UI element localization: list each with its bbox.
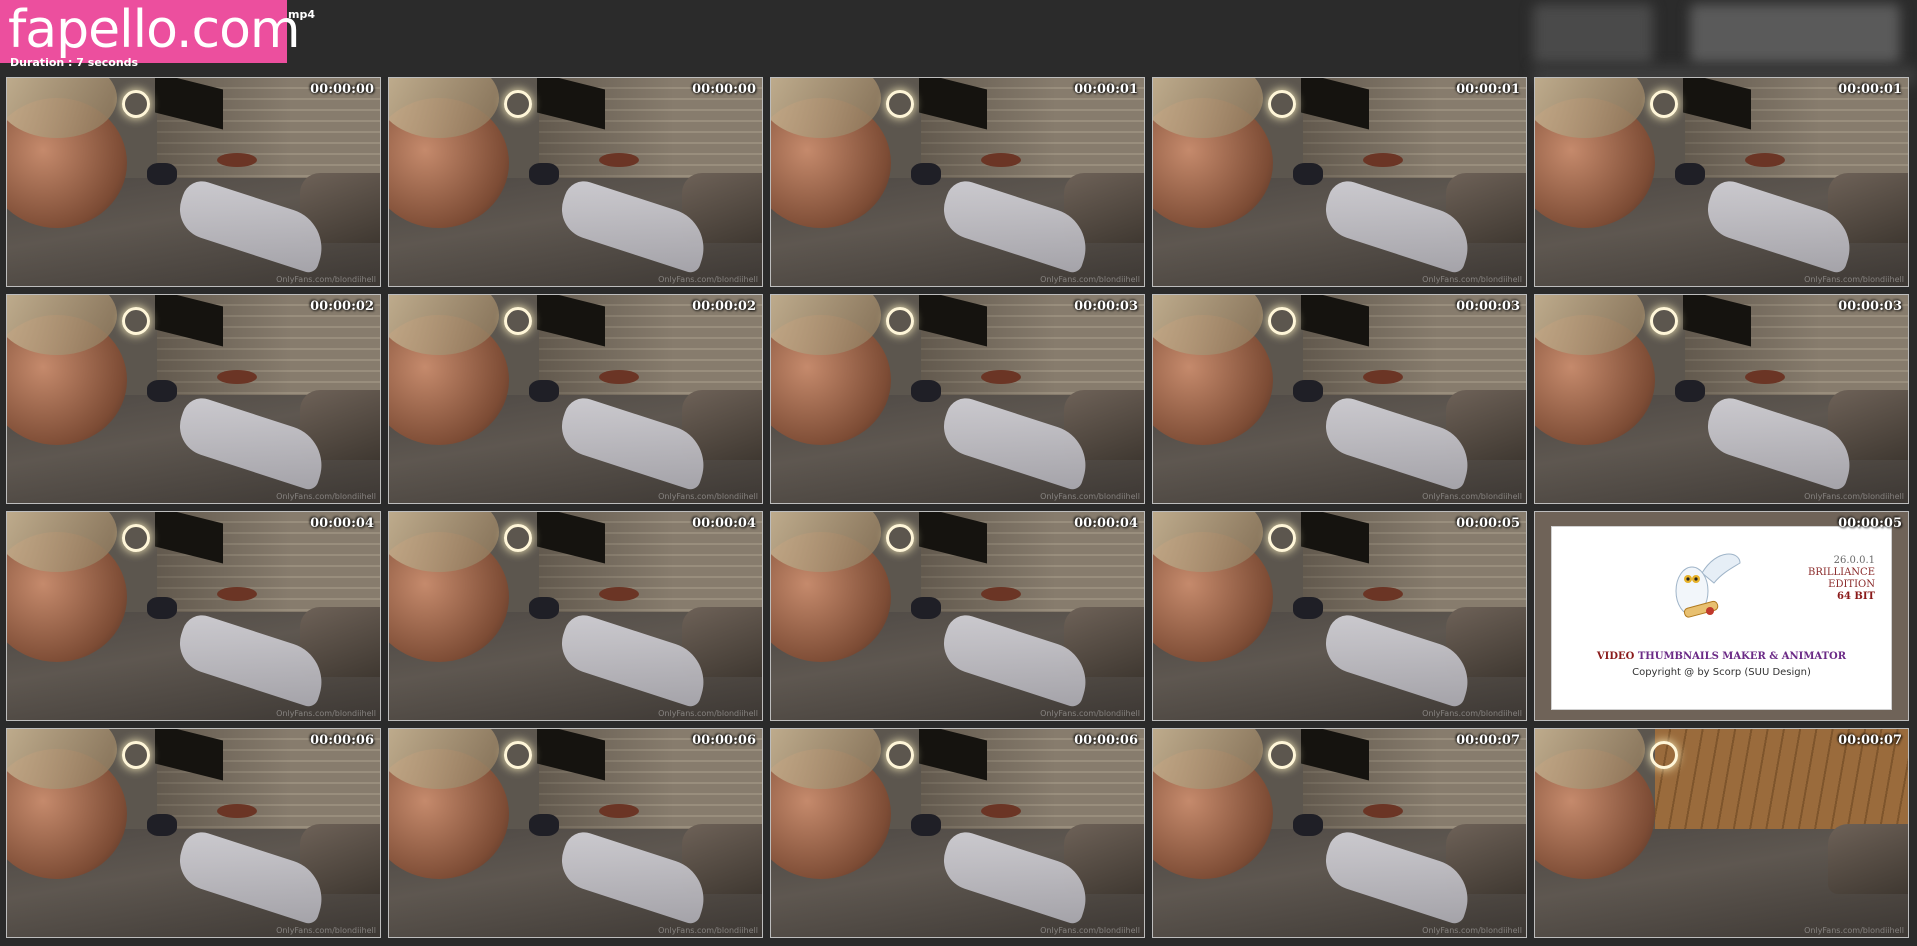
timestamp: 00:00:07 [1838,733,1902,748]
watermark: OnlyFans.com/blondiihell [1804,926,1904,935]
thumbnail-image [771,512,1144,720]
timestamp: 00:00:00 [692,82,756,97]
watermark: OnlyFans.com/blondiihell [658,275,758,284]
timestamp: 00:00:06 [1074,733,1138,748]
thumbnail-image [771,729,1144,937]
thumbnail-image [389,729,762,937]
timestamp: 00:00:04 [1074,516,1138,531]
thumbnail-image [389,78,762,286]
copyright-text: Copyright @ by Scorp (SUU Design) [1632,667,1811,678]
watermark: OnlyFans.com/blondiihell [1422,492,1522,501]
video-thumbnail: 00:00:06 OnlyFans.com/blondiihell [6,728,381,938]
timestamp: 00:00:01 [1074,82,1138,97]
program-title-rest: THUMBNAILS MAKER & ANIMATOR [1637,651,1847,662]
thumbnail-image [1153,729,1526,937]
program-banner-thumbnail: 26.0.0.1 BRILLIANCE EDITION 64 BIT VIDEO… [1534,511,1909,721]
program-banner: 26.0.0.1 BRILLIANCE EDITION 64 BIT VIDEO… [1551,526,1892,710]
thumbnail-image [7,512,380,720]
timestamp: 00:00:07 [1456,733,1520,748]
program-title: VIDEO THUMBNAILS MAKER & ANIMATOR [1552,651,1891,662]
thumbnail-image [771,295,1144,503]
video-thumbnail: 00:00:07 OnlyFans.com/blondiihell [1152,728,1527,938]
thumbnail-image [771,78,1144,286]
thumbnail-grid: 00:00:00 OnlyFans.com/blondiihell 00:00:… [6,77,1909,938]
video-thumbnail: 00:00:05 OnlyFans.com/blondiihell [1152,511,1527,721]
video-thumbnail: 00:00:03 OnlyFans.com/blondiihell [770,294,1145,504]
timestamp: 00:00:04 [692,516,756,531]
watermark: OnlyFans.com/blondiihell [276,492,376,501]
timestamp: 00:00:04 [310,516,374,531]
watermark: OnlyFans.com/blondiihell [658,926,758,935]
version-info: 26.0.0.1 BRILLIANCE EDITION 64 BIT [1808,555,1875,603]
owl-logo-icon [1675,553,1741,618]
blurred-area [1533,4,1653,64]
thumbnail-image [389,295,762,503]
watermark: OnlyFans.com/blondiihell [1804,275,1904,284]
video-thumbnail: 00:00:04 OnlyFans.com/blondiihell [6,511,381,721]
version-number: 26.0.0.1 [1833,555,1875,566]
watermark: OnlyFans.com/blondiihell [1040,492,1140,501]
watermark: OnlyFans.com/blondiihell [1422,275,1522,284]
thumbnail-image [7,295,380,503]
thumbnail-image [1153,512,1526,720]
site-logo[interactable]: fapello.com [0,0,301,63]
thumbnail-image [1535,729,1908,937]
duration-text: Duration : 7 seconds [10,56,139,69]
thumbnail-image [389,512,762,720]
timestamp: 00:00:02 [310,299,374,314]
thumbnail-image [1153,78,1526,286]
video-thumbnail: 00:00:06 OnlyFans.com/blondiihell [388,728,763,938]
watermark: OnlyFans.com/blondiihell [1804,492,1904,501]
video-thumbnail: 00:00:03 OnlyFans.com/blondiihell [1534,294,1909,504]
file-name: mp4 [288,8,315,21]
video-thumbnail: 00:00:01 OnlyFans.com/blondiihell [770,77,1145,287]
timestamp: 00:00:03 [1456,299,1520,314]
watermark: OnlyFans.com/blondiihell [658,492,758,501]
timestamp: 00:00:02 [692,299,756,314]
thumbnail-image [1535,295,1908,503]
watermark: OnlyFans.com/blondiihell [276,275,376,284]
video-thumbnail: 00:00:06 OnlyFans.com/blondiihell [770,728,1145,938]
thumbnail-image [1535,78,1908,286]
thumbnail-image [7,78,380,286]
watermark: OnlyFans.com/blondiihell [1040,709,1140,718]
timestamp: 00:00:03 [1074,299,1138,314]
timestamp: 00:00:03 [1838,299,1902,314]
edition-line: EDITION [1828,579,1875,590]
watermark: OnlyFans.com/blondiihell [1422,709,1522,718]
video-thumbnail: 00:00:00 OnlyFans.com/blondiihell [388,77,763,287]
video-thumbnail: 00:00:01 OnlyFans.com/blondiihell [1534,77,1909,287]
video-thumbnail: 00:00:01 OnlyFans.com/blondiihell [1152,77,1527,287]
header-bar: fapello.com mp4 Duration : 7 seconds [0,0,1917,86]
video-thumbnail: 00:00:00 OnlyFans.com/blondiihell [6,77,381,287]
thumbnail-image [1153,295,1526,503]
blurred-area [1690,4,1900,64]
video-thumbnail: 00:00:04 OnlyFans.com/blondiihell [388,511,763,721]
watermark: OnlyFans.com/blondiihell [1040,275,1140,284]
timestamp: 00:00:05 [1456,516,1520,531]
video-thumbnail: 00:00:02 OnlyFans.com/blondiihell [6,294,381,504]
edition-line: BRILLIANCE [1808,567,1875,578]
video-thumbnail: 00:00:04 OnlyFans.com/blondiihell [770,511,1145,721]
thumbnail-image [7,729,380,937]
video-thumbnail: 00:00:02 OnlyFans.com/blondiihell [388,294,763,504]
watermark: OnlyFans.com/blondiihell [1422,926,1522,935]
watermark: OnlyFans.com/blondiihell [276,709,376,718]
timestamp: 00:00:01 [1456,82,1520,97]
timestamp: 00:00:06 [310,733,374,748]
timestamp: 00:00:00 [310,82,374,97]
timestamp: 00:00:05 [1838,516,1902,531]
watermark: OnlyFans.com/blondiihell [658,709,758,718]
video-thumbnail: 00:00:03 OnlyFans.com/blondiihell [1152,294,1527,504]
bits-label: 64 BIT [1837,591,1875,602]
watermark: OnlyFans.com/blondiihell [1040,926,1140,935]
video-thumbnail: 00:00:07 OnlyFans.com/blondiihell [1534,728,1909,938]
program-title-first: VIDEO [1596,651,1635,662]
watermark: OnlyFans.com/blondiihell [276,926,376,935]
timestamp: 00:00:06 [692,733,756,748]
timestamp: 00:00:01 [1838,82,1902,97]
